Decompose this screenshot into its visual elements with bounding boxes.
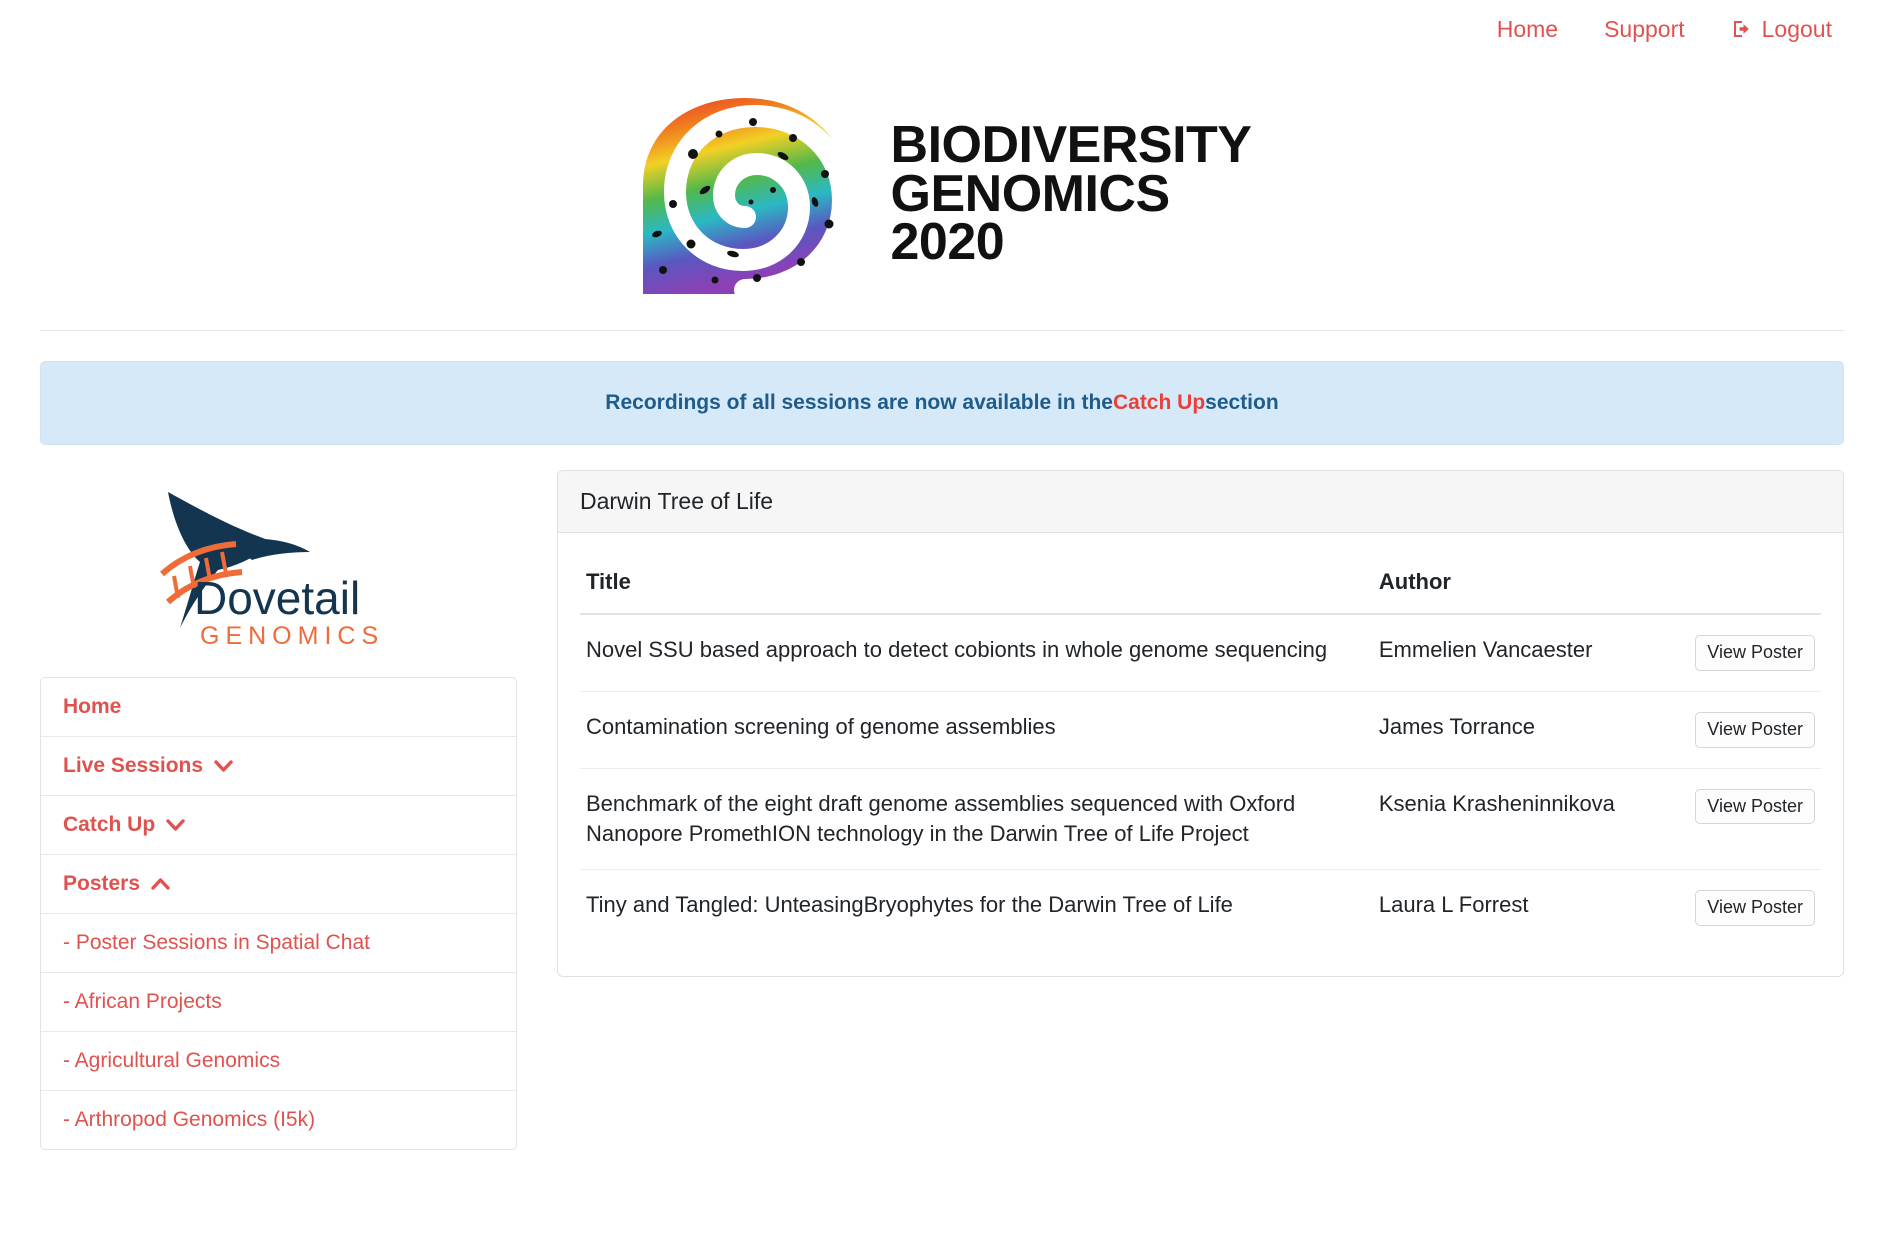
posters-table-head: Title Author [580,555,1821,615]
sidebar-item-arthropod-genomics[interactable]: - Arthropod Genomics (I5k) [41,1091,516,1149]
biodiversity-genomics-logo: BIODIVERSITY GENOMICS 2020 [633,94,1252,294]
sidebar-item-live-sessions[interactable]: Live Sessions [41,737,516,796]
poster-title: Benchmark of the eight draft genome asse… [580,767,1373,870]
sidebar-item-posters[interactable]: Posters [41,855,516,914]
posters-table-body: Novel SSU based approach to detect cobio… [580,614,1821,947]
sidebar-subitem-label: - African Projects [63,990,222,1013]
sidebar-item-home[interactable]: Home [41,678,516,737]
poster-title: Tiny and Tangled: UnteasingBryophytes fo… [580,869,1373,947]
content-columns: Dovetail GENOMICS Home Live Sessions Cat… [40,470,1844,1258]
poster-title: Novel SSU based approach to detect cobio… [586,637,1328,662]
poster-action-cell: View Poster [1658,614,1821,691]
sidebar-item-posters-label: Posters [63,872,141,895]
sidebar-item-catch-up[interactable]: Catch Up [41,796,516,855]
announcement-catch-up-link[interactable]: Catch Up [1113,391,1205,415]
brand-line-2: GENOMICS [890,164,1171,223]
brand-line-3: 2020 [890,213,1005,272]
svg-text:GENOMICS: GENOMICS [200,622,384,650]
table-row: Contamination screening of genome assemb… [580,690,1821,769]
announcement-text-before: Recordings of all sessions are now avail… [605,391,1113,414]
column-header-title: Title [580,555,1373,615]
main-content: Darwin Tree of Life Title Author Novel S… [557,470,1844,978]
brand-line-1: BIODIVERSITY [890,115,1252,174]
poster-action-cell: View Poster [1657,869,1821,947]
sidebar-item-agricultural-genomics[interactable]: - Agricultural Genomics [41,1032,516,1091]
sidebar: Dovetail GENOMICS Home Live Sessions Cat… [40,470,517,1150]
card-title: Darwin Tree of Life [558,471,1843,533]
poster-session-card: Darwin Tree of Life Title Author Novel S… [557,470,1844,978]
table-row: Benchmark of the eight draft genome asse… [580,767,1821,870]
dovetail-bird-logo-icon: Dovetail GENOMICS [159,492,384,650]
poster-author: Ksenia Krasheninnikova [1372,767,1658,870]
announcement-text-after: section [1205,391,1279,414]
brand-wordmark: BIODIVERSITY GENOMICS 2020 [890,115,1252,272]
table-row: Novel SSU based approach to detect cobio… [580,614,1821,691]
chevron-up-icon [151,877,170,891]
chevron-down-icon [166,818,185,832]
column-header-action [1657,555,1821,615]
nav-link-logout-label: Logout [1761,15,1832,42]
sidebar-item-home-label: Home [63,695,122,718]
poster-author: James Torrance [1372,690,1658,769]
sidebar-item-poster-sessions-in-spatial-chat[interactable]: - Poster Sessions in Spatial Chat [41,914,516,973]
site-header: BIODIVERSITY GENOMICS 2020 [0,58,1884,330]
posters-table: Title Author Novel SSU based approach to… [580,555,1821,947]
poster-author: Emmelien Vancaester [1378,637,1593,662]
view-poster-button[interactable]: View Poster [1695,890,1815,927]
koru-spiral-icon [642,98,854,294]
table-row: Tiny and Tangled: UnteasingBryophytes fo… [580,869,1821,947]
page-root: Home Support Logout BIODIVERSITY GENOMIC… [0,0,1884,1258]
top-navigation: Home Support Logout [0,0,1884,58]
sidebar-item-live-sessions-label: Live Sessions [63,754,204,777]
sponsor-logo-dovetail-genomics: Dovetail GENOMICS [40,470,517,677]
sidebar-item-african-projects[interactable]: - African Projects [41,973,516,1032]
sign-out-icon [1731,18,1753,40]
nav-link-home-label: Home [1496,15,1559,42]
poster-action-cell: View Poster [1657,690,1821,769]
sidebar-item-catch-up-label: Catch Up [63,813,156,836]
nav-link-support[interactable]: Support [1604,16,1685,43]
poster-action-cell: View Poster [1657,767,1821,870]
header-divider [40,330,1844,331]
view-poster-button[interactable]: View Poster [1695,635,1815,671]
sidebar-subitem-label: - Arthropod Genomics (I5k) [63,1108,316,1131]
nav-link-support-label: Support [1604,15,1685,42]
poster-title: Contamination screening of genome assemb… [580,690,1373,769]
chevron-down-icon [214,759,233,773]
view-poster-button[interactable]: View Poster [1695,711,1815,748]
sidebar-subitem-label: - Agricultural Genomics [63,1049,281,1072]
card-body: Title Author Novel SSU based approach to… [558,533,1843,976]
announcement-banner: Recordings of all sessions are now avail… [40,361,1844,445]
nav-link-home[interactable]: Home [1497,16,1558,43]
nav-link-logout[interactable]: Logout [1731,16,1832,43]
sidebar-nav-list: Home Live Sessions Catch Up Posters - Po… [40,677,517,1150]
poster-author: Laura L Forrest [1372,869,1658,947]
sidebar-subitem-label: - Poster Sessions in Spatial Chat [63,931,370,954]
table-header-row: Title Author [580,555,1821,615]
svg-text:Dovetail: Dovetail [194,572,360,624]
column-header-author: Author [1372,555,1658,615]
view-poster-button[interactable]: View Poster [1695,788,1815,825]
